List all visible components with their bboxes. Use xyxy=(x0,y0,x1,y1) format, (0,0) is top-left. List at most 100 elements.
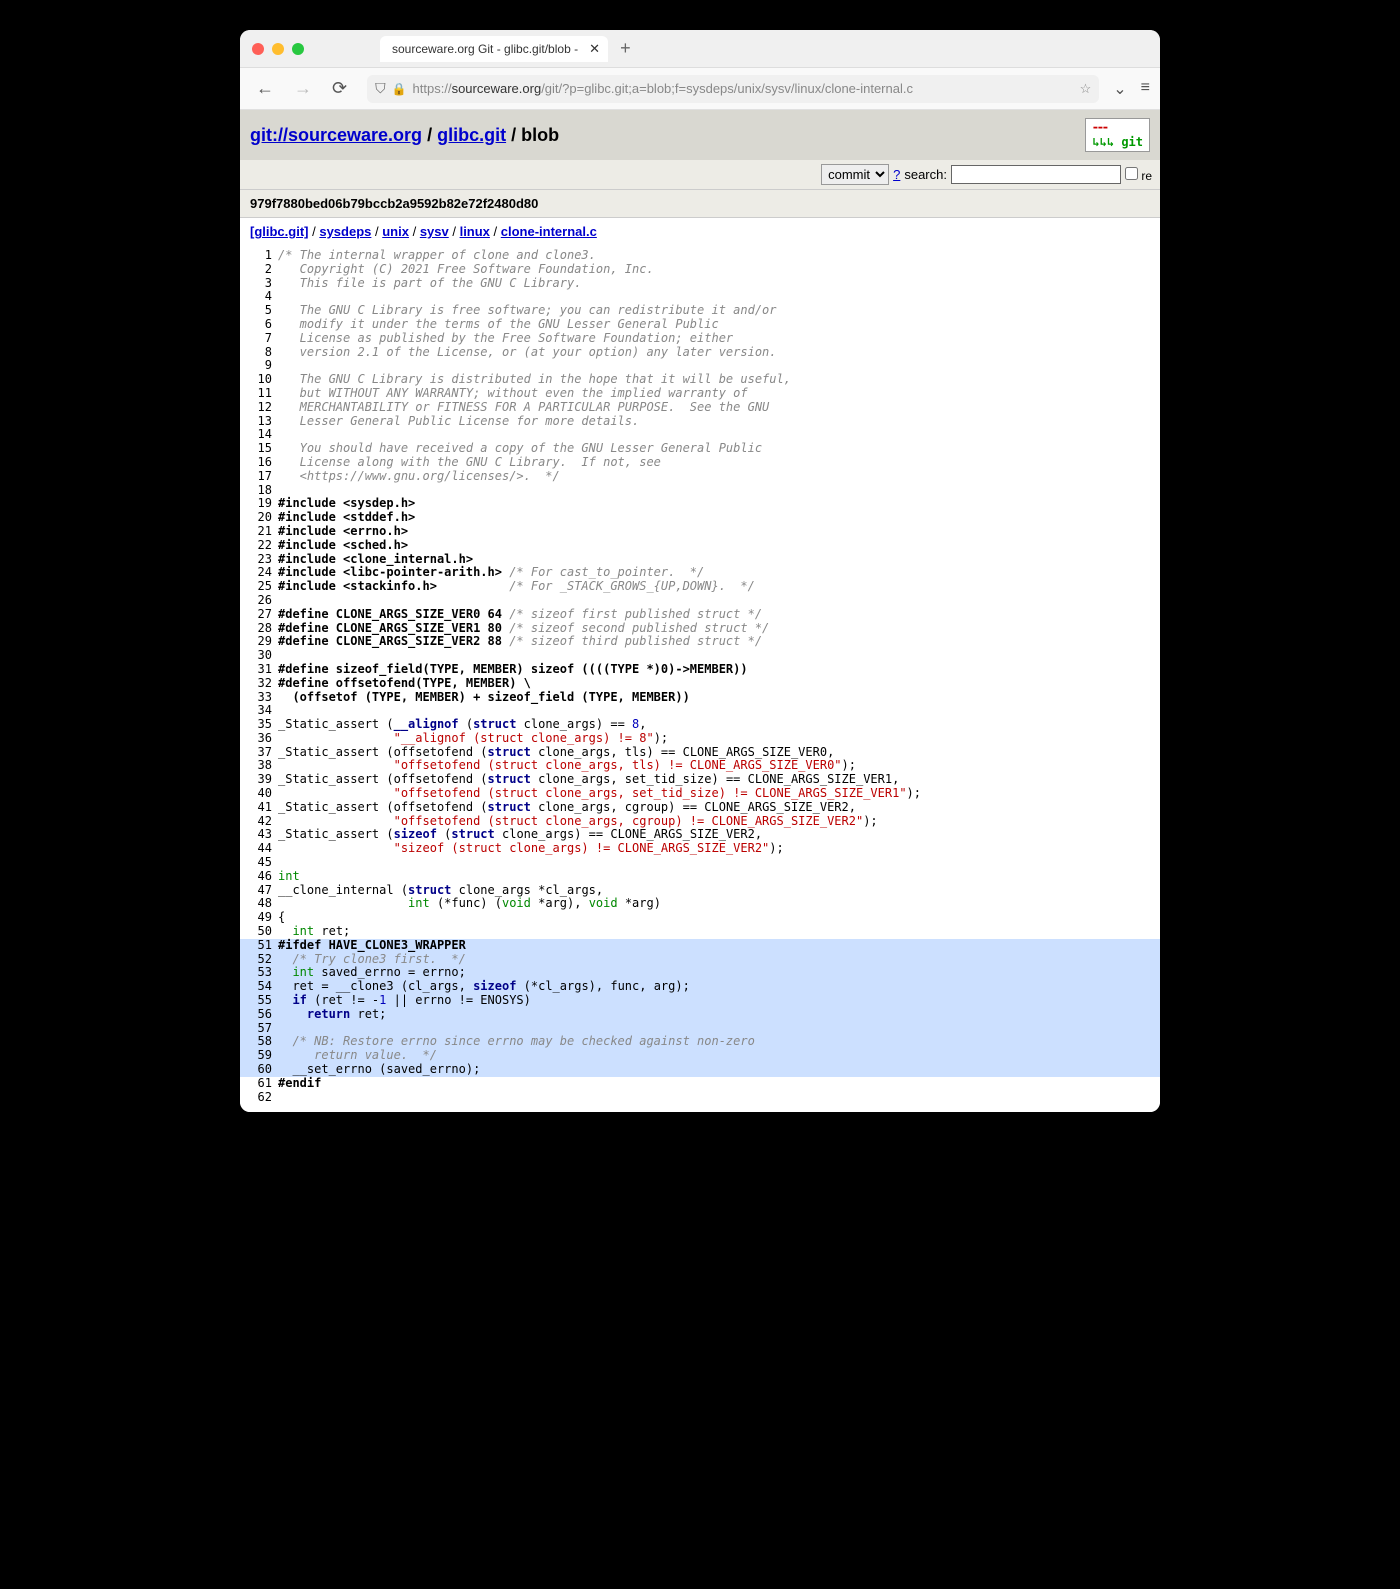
path-segment[interactable]: clone-internal.c xyxy=(501,224,597,239)
line-number[interactable]: 44 xyxy=(240,842,272,856)
search-type-select[interactable]: commit xyxy=(821,164,889,185)
code-line: 40 "offsetofend (struct clone_args, set_… xyxy=(240,787,1160,801)
line-number[interactable]: 36 xyxy=(240,732,272,746)
shield-icon[interactable]: ⛉ xyxy=(375,80,386,97)
bookmark-icon[interactable]: ☆ xyxy=(1080,81,1092,97)
line-number[interactable]: 16 xyxy=(240,456,272,470)
line-number[interactable]: 42 xyxy=(240,815,272,829)
line-number[interactable]: 22 xyxy=(240,539,272,553)
maximize-window-button[interactable] xyxy=(292,43,304,55)
line-number[interactable]: 32 xyxy=(240,677,272,691)
line-number[interactable]: 2 xyxy=(240,263,272,277)
line-number[interactable]: 52 xyxy=(240,953,272,967)
line-number[interactable]: 30 xyxy=(240,649,272,663)
regex-checkbox[interactable] xyxy=(1125,167,1138,180)
path-segment[interactable]: unix xyxy=(382,224,409,239)
line-number[interactable]: 40 xyxy=(240,787,272,801)
line-number[interactable]: 14 xyxy=(240,428,272,442)
line-number[interactable]: 26 xyxy=(240,594,272,608)
line-number[interactable]: 39 xyxy=(240,773,272,787)
line-number[interactable]: 1 xyxy=(240,249,272,263)
code-line: 28#define CLONE_ARGS_SIZE_VER1 80 /* siz… xyxy=(240,622,1160,636)
repo-link[interactable]: glibc.git xyxy=(437,125,506,145)
line-number[interactable]: 37 xyxy=(240,746,272,760)
line-number[interactable]: 21 xyxy=(240,525,272,539)
page-content: git://sourceware.org / glibc.git / blob … xyxy=(240,110,1160,1112)
line-number[interactable]: 58 xyxy=(240,1035,272,1049)
forward-button[interactable]: → xyxy=(288,74,318,103)
code-line: 2 Copyright (C) 2021 Free Software Found… xyxy=(240,263,1160,277)
line-number[interactable]: 55 xyxy=(240,994,272,1008)
line-number[interactable]: 18 xyxy=(240,484,272,498)
line-number[interactable]: 17 xyxy=(240,470,272,484)
line-number[interactable]: 62 xyxy=(240,1091,272,1105)
line-number[interactable]: 13 xyxy=(240,415,272,429)
code-line: 19#include <sysdep.h> xyxy=(240,497,1160,511)
lock-icon[interactable]: 🔒 xyxy=(392,82,407,96)
menu-icon[interactable]: ≡ xyxy=(1141,79,1150,99)
search-input[interactable] xyxy=(951,165,1121,184)
line-number[interactable]: 33 xyxy=(240,691,272,705)
line-number[interactable]: 23 xyxy=(240,553,272,567)
line-number[interactable]: 47 xyxy=(240,884,272,898)
line-number[interactable]: 11 xyxy=(240,387,272,401)
line-number[interactable]: 34 xyxy=(240,704,272,718)
line-number[interactable]: 43 xyxy=(240,828,272,842)
line-number[interactable]: 57 xyxy=(240,1022,272,1036)
line-number[interactable]: 60 xyxy=(240,1063,272,1077)
line-number[interactable]: 28 xyxy=(240,622,272,636)
path-segment[interactable]: sysdeps xyxy=(319,224,371,239)
line-number[interactable]: 29 xyxy=(240,635,272,649)
path-segment[interactable]: linux xyxy=(460,224,490,239)
line-number[interactable]: 24 xyxy=(240,566,272,580)
line-number[interactable]: 6 xyxy=(240,318,272,332)
close-tab-icon[interactable]: ✕ xyxy=(589,41,600,57)
line-number[interactable]: 3 xyxy=(240,277,272,291)
line-number[interactable]: 38 xyxy=(240,759,272,773)
line-number[interactable]: 51 xyxy=(240,939,272,953)
path-segment[interactable]: [glibc.git] xyxy=(250,224,309,239)
line-number[interactable]: 19 xyxy=(240,497,272,511)
git-logo[interactable]: ⁃⁃⁃↳↳↳ git xyxy=(1085,118,1150,152)
new-tab-button[interactable]: + xyxy=(620,38,631,59)
search-label: search: xyxy=(904,167,947,182)
line-number[interactable]: 53 xyxy=(240,966,272,980)
code-line: 7 License as published by the Free Softw… xyxy=(240,332,1160,346)
search-help-link[interactable]: ? xyxy=(893,167,900,182)
path-segment[interactable]: sysv xyxy=(420,224,449,239)
line-number[interactable]: 49 xyxy=(240,911,272,925)
regex-checkbox-label[interactable]: re xyxy=(1125,167,1152,183)
site-link[interactable]: git://sourceware.org xyxy=(250,125,422,145)
line-number[interactable]: 46 xyxy=(240,870,272,884)
url-bar[interactable]: ⛉ 🔒 https://sourceware.org/git/?p=glibc.… xyxy=(367,75,1099,103)
line-number[interactable]: 8 xyxy=(240,346,272,360)
line-number[interactable]: 31 xyxy=(240,663,272,677)
line-number[interactable]: 50 xyxy=(240,925,272,939)
line-number[interactable]: 35 xyxy=(240,718,272,732)
line-number[interactable]: 25 xyxy=(240,580,272,594)
line-number[interactable]: 20 xyxy=(240,511,272,525)
code-line: 30 xyxy=(240,649,1160,663)
reload-button[interactable]: ⟳ xyxy=(326,74,353,103)
close-window-button[interactable] xyxy=(252,43,264,55)
line-number[interactable]: 56 xyxy=(240,1008,272,1022)
line-number[interactable]: 27 xyxy=(240,608,272,622)
line-number[interactable]: 48 xyxy=(240,897,272,911)
browser-tab[interactable]: sourceware.org Git - glibc.git/blob - ✕ xyxy=(380,36,608,62)
line-number[interactable]: 7 xyxy=(240,332,272,346)
line-number[interactable]: 45 xyxy=(240,856,272,870)
minimize-window-button[interactable] xyxy=(272,43,284,55)
line-number[interactable]: 4 xyxy=(240,290,272,304)
line-number[interactable]: 61 xyxy=(240,1077,272,1091)
line-number[interactable]: 5 xyxy=(240,304,272,318)
line-number[interactable]: 10 xyxy=(240,373,272,387)
pocket-icon[interactable]: ⌄ xyxy=(1113,79,1126,99)
line-number[interactable]: 15 xyxy=(240,442,272,456)
code-line: 5 The GNU C Library is free software; yo… xyxy=(240,304,1160,318)
line-number[interactable]: 59 xyxy=(240,1049,272,1063)
line-number[interactable]: 9 xyxy=(240,359,272,373)
back-button[interactable]: ← xyxy=(250,74,280,103)
line-number[interactable]: 41 xyxy=(240,801,272,815)
line-number[interactable]: 54 xyxy=(240,980,272,994)
line-number[interactable]: 12 xyxy=(240,401,272,415)
